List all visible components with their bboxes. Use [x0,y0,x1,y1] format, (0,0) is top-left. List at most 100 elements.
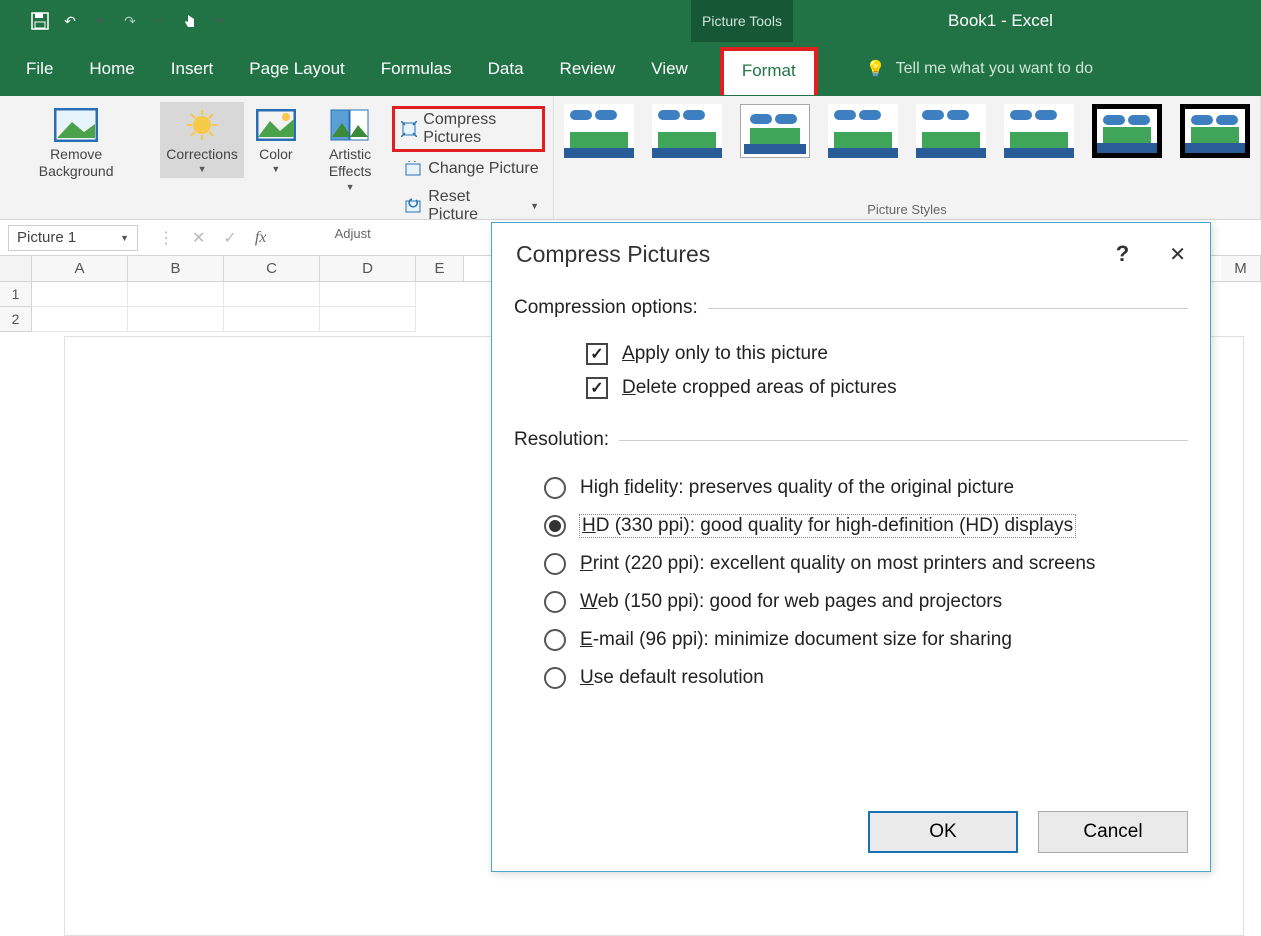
radio-high-fidelity[interactable]: High fidelity: preserves quality of the … [514,469,1188,507]
chevron-down-icon: ▼ [198,164,207,174]
compress-pictures-button[interactable]: Compress Pictures [392,106,545,152]
close-icon[interactable]: ✕ [1169,242,1186,267]
chevron-down-icon: ▼ [120,233,129,243]
col-header[interactable]: D [320,256,416,281]
color-icon [252,106,300,144]
tab-review[interactable]: Review [556,53,620,85]
group-background: Remove Background [0,96,152,219]
cell[interactable] [32,282,128,307]
cell[interactable] [320,282,416,307]
radio-label: Print (220 ppi): excellent quality on mo… [580,553,1095,575]
corrections-icon [178,106,226,144]
compress-pictures-dialog: Compress Pictures ? ✕ Compression option… [491,222,1211,872]
reset-picture-button[interactable]: Reset Picture ▼ [398,186,545,226]
qat-customize-icon[interactable]: ▼ [208,9,232,33]
radio-label: Web (150 ppi): good for web pages and pr… [580,591,1002,613]
radio-hd[interactable]: HD (330 ppi): good quality for high-defi… [514,507,1188,545]
radio-default[interactable]: Use default resolution [514,659,1188,697]
checkbox-apply-only[interactable]: Apply only to this picture [514,337,1188,371]
dialog-title: Compress Pictures [516,241,710,268]
cancel-button[interactable]: Cancel [1038,811,1188,853]
tell-me-search[interactable]: 💡 Tell me what you want to do [866,59,1093,79]
undo-icon[interactable]: ↶ [58,9,82,33]
name-box[interactable]: Picture 1 ▼ [8,225,138,251]
col-header[interactable]: M [1221,256,1261,281]
checkbox-icon [586,343,608,365]
group-label-adjust: Adjust [160,226,545,241]
corrections-button[interactable]: Corrections ▼ [160,102,244,178]
radio-email[interactable]: E-mail (96 ppi): minimize document size … [514,621,1188,659]
remove-background-icon [52,106,100,144]
select-all-corner[interactable] [0,256,32,281]
artistic-effects-icon [326,106,374,144]
row-header[interactable]: 1 [0,282,32,307]
tab-insert[interactable]: Insert [167,53,218,85]
style-thumb-1[interactable] [564,104,634,158]
ribbon: Remove Background Corrections ▼ Color ▼ [0,96,1261,220]
col-header[interactable]: B [128,256,224,281]
chevron-down-icon: ▼ [530,201,539,211]
radio-icon [544,477,566,499]
change-picture-button[interactable]: Change Picture [398,158,545,180]
col-header[interactable]: E [416,256,464,281]
style-thumb-8[interactable] [1180,104,1250,158]
tab-formulas[interactable]: Formulas [377,53,456,85]
cell[interactable] [320,307,416,332]
redo-dropdown-icon[interactable]: ▼ [148,9,172,33]
radio-print[interactable]: Print (220 ppi): excellent quality on mo… [514,545,1188,583]
style-thumb-2[interactable] [652,104,722,158]
radio-icon [544,591,566,613]
cell[interactable] [32,307,128,332]
change-picture-icon [404,160,422,178]
cell[interactable] [128,307,224,332]
remove-background-button[interactable]: Remove Background [8,102,144,184]
chevron-down-icon: ▼ [271,164,280,174]
save-icon[interactable] [28,9,52,33]
group-label-styles: Picture Styles [564,202,1250,217]
checkbox-label: Delete cropped areas of pictures [622,377,897,399]
radio-icon [544,629,566,651]
checkbox-delete-cropped[interactable]: Delete cropped areas of pictures [514,371,1188,405]
tell-me-label: Tell me what you want to do [896,60,1093,78]
undo-dropdown-icon[interactable]: ▼ [88,9,112,33]
col-header[interactable]: A [32,256,128,281]
compress-icon [401,120,417,138]
lightbulb-icon: 💡 [866,59,886,79]
checkbox-label: Apply only to this picture [622,343,828,365]
artistic-effects-button[interactable]: Artistic Effects ▼ [308,102,392,196]
style-thumb-7[interactable] [1092,104,1162,158]
tab-view[interactable]: View [647,53,692,85]
color-button[interactable]: Color ▼ [246,102,306,178]
contextual-tab-picture-tools: Picture Tools [691,0,793,42]
ok-button[interactable]: OK [868,811,1018,853]
radio-label: Use default resolution [580,667,764,689]
style-thumb-4[interactable] [828,104,898,158]
row-header[interactable]: 2 [0,307,32,332]
style-thumb-3[interactable] [740,104,810,158]
section-resolution: Resolution: [514,429,609,451]
picture-styles-gallery[interactable] [564,104,1250,158]
tab-format[interactable]: Format [720,47,818,95]
radio-web[interactable]: Web (150 ppi): good for web pages and pr… [514,583,1188,621]
redo-icon[interactable]: ↷ [118,9,142,33]
tab-data[interactable]: Data [484,53,528,85]
radio-icon [544,515,566,537]
cell[interactable] [224,307,320,332]
tab-file[interactable]: File [22,53,57,85]
tab-page-layout[interactable]: Page Layout [245,53,348,85]
style-thumb-5[interactable] [916,104,986,158]
group-picture-styles: Picture Styles [554,96,1261,219]
checkbox-icon [586,377,608,399]
dialog-titlebar: Compress Pictures ? ✕ [492,223,1210,285]
ribbon-tabs: File Home Insert Page Layout Formulas Da… [0,42,1261,96]
chevron-down-icon: ▼ [346,182,355,192]
section-compression-options: Compression options: [514,297,698,319]
cell[interactable] [224,282,320,307]
help-button[interactable]: ? [1116,241,1129,267]
cell[interactable] [128,282,224,307]
col-header[interactable]: C [224,256,320,281]
touch-mode-icon[interactable] [178,9,202,33]
tab-home[interactable]: Home [85,53,138,85]
radio-label: E-mail (96 ppi): minimize document size … [580,629,1012,651]
style-thumb-6[interactable] [1004,104,1074,158]
